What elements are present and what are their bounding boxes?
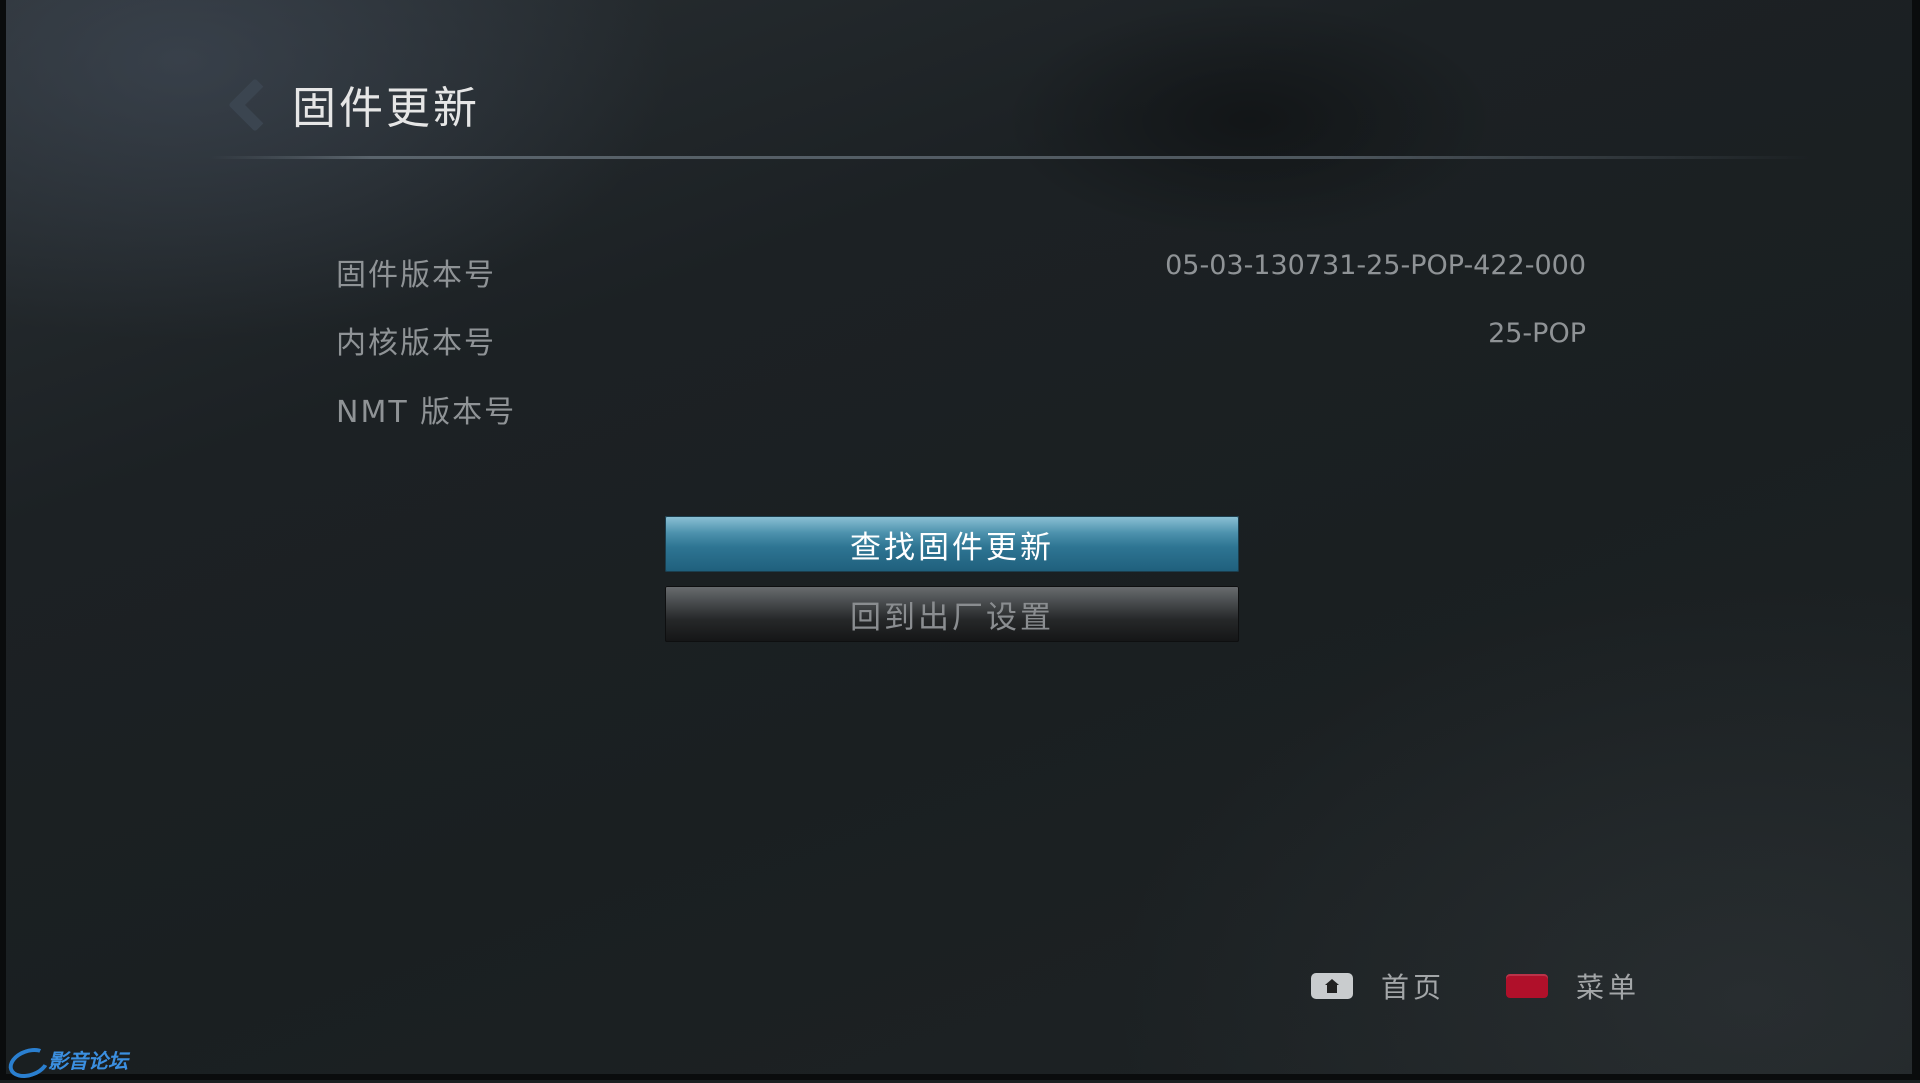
footer-home-label: 首页 xyxy=(1381,971,1446,1004)
screen-border-left xyxy=(0,0,6,1080)
back-arrow-icon[interactable] xyxy=(222,72,268,136)
info-row-kernel-version: 内核版本号 25-POP xyxy=(336,318,1586,368)
kernel-version-label: 内核版本号 xyxy=(336,326,496,361)
header: 固件更新 xyxy=(222,72,480,136)
footer-menu-label: 菜单 xyxy=(1576,971,1641,1004)
page-title: 固件更新 xyxy=(292,83,480,134)
check-firmware-update-button[interactable]: 查找固件更新 xyxy=(665,516,1239,572)
footer-menu[interactable]: 菜单 xyxy=(1506,966,1640,1006)
firmware-update-screen: 固件更新 固件版本号 05-03-130731-25-POP-422-000 内… xyxy=(0,0,1920,1080)
watermark: 影音论坛 xyxy=(6,1042,128,1076)
kernel-version-value: 25-POP xyxy=(1488,318,1586,349)
watermark-logo-icon xyxy=(6,1045,46,1073)
home-icon[interactable] xyxy=(1311,973,1353,999)
info-row-nmt-version: NMT 版本号 xyxy=(336,387,1586,437)
red-key-icon[interactable] xyxy=(1506,974,1548,998)
screen-border-right xyxy=(1912,0,1920,1080)
nmt-version-label: NMT 版本号 xyxy=(336,395,517,430)
firmware-version-value: 05-03-130731-25-POP-422-000 xyxy=(1165,250,1586,281)
watermark-text: 影音论坛 xyxy=(48,1048,128,1073)
info-row-firmware-version: 固件版本号 05-03-130731-25-POP-422-000 xyxy=(336,250,1586,300)
factory-reset-button[interactable]: 回到出厂设置 xyxy=(665,586,1239,642)
screen-border-bottom xyxy=(0,1074,1920,1080)
footer-home[interactable]: 首页 xyxy=(1311,966,1445,1006)
firmware-version-label: 固件版本号 xyxy=(336,258,496,293)
header-divider xyxy=(210,156,1810,159)
